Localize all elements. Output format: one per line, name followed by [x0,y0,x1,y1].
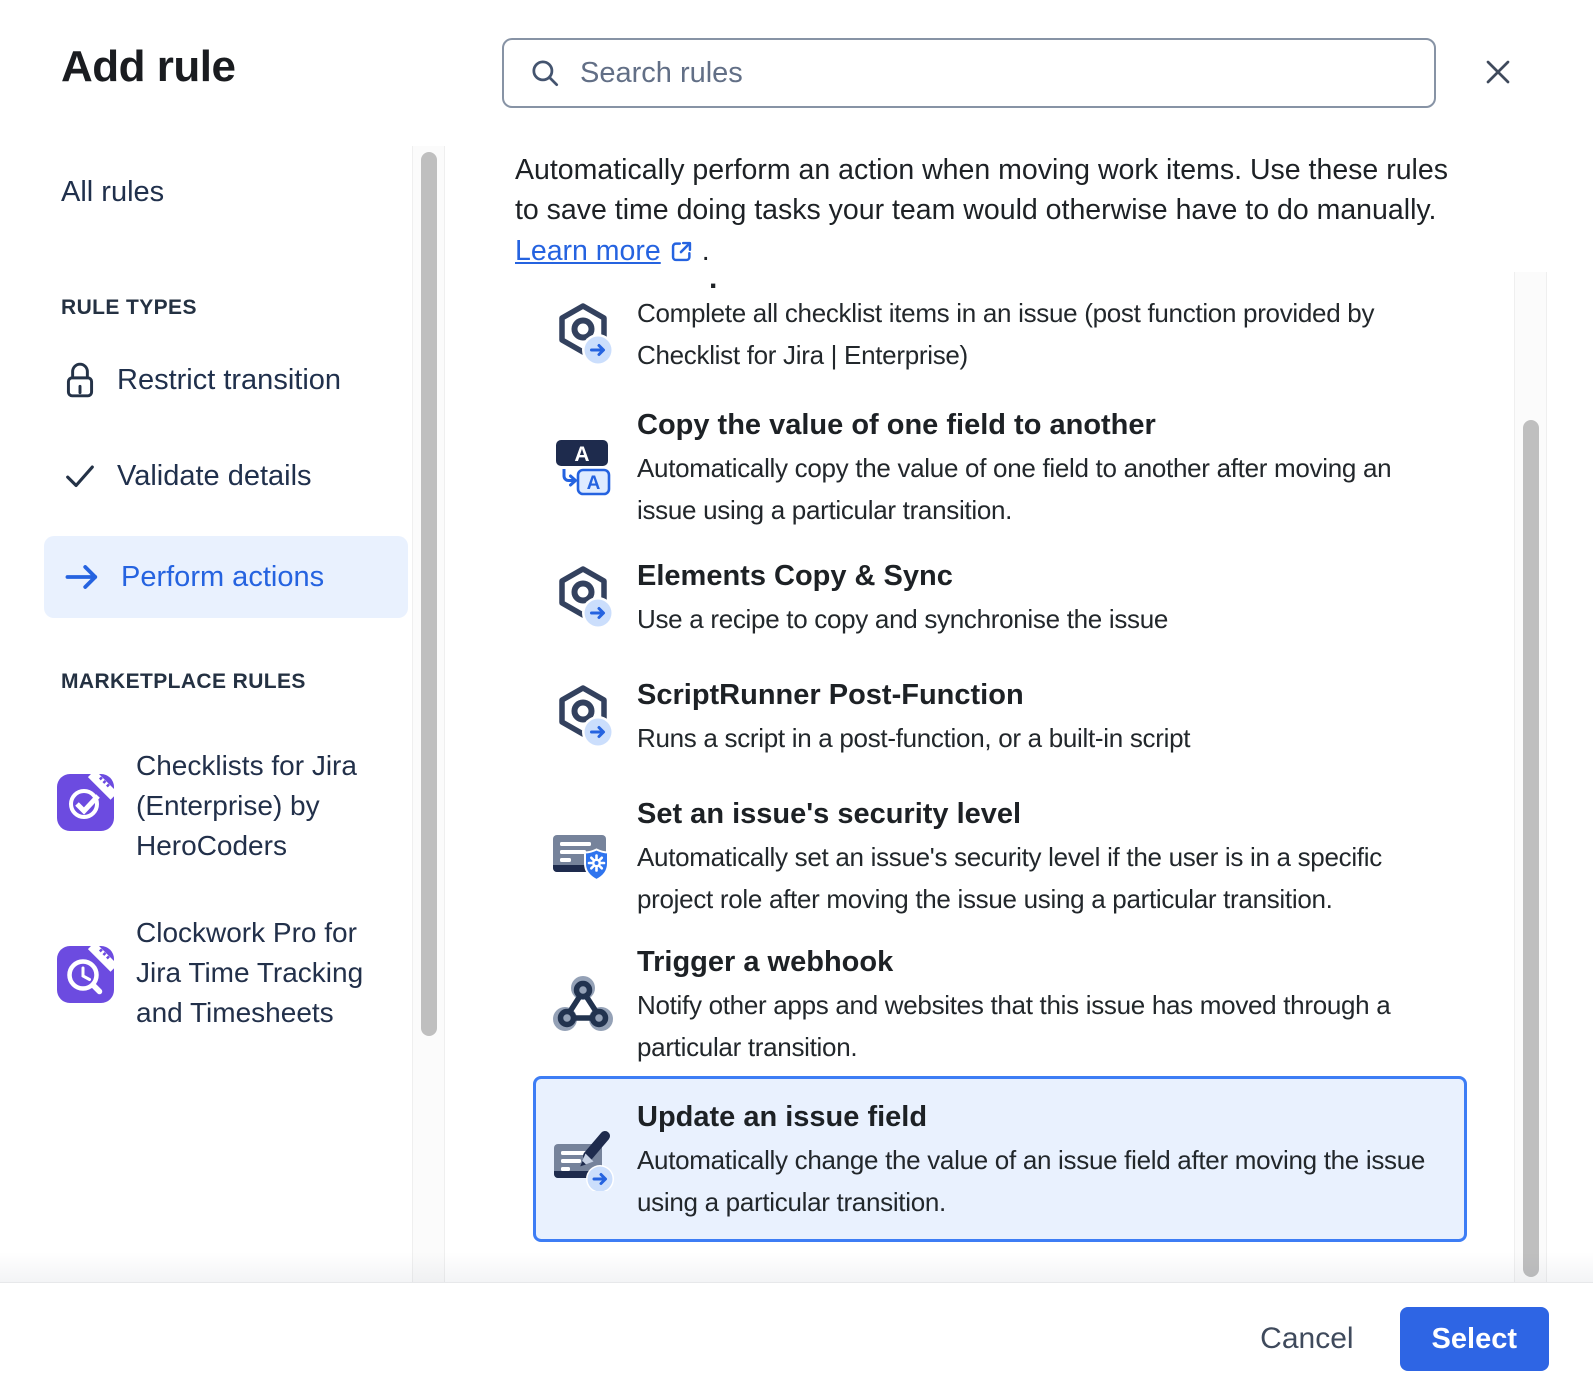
svg-text:A: A [587,473,601,494]
rule-title: ScriptRunner Post-Function [637,673,1190,717]
marketplace-rules-header: MARKETPLACE RULES [61,670,306,694]
rule-item-trigger-webhook[interactable]: Trigger a webhook Notify other apps and … [551,940,1481,1068]
rule-description: Notify other apps and websites that this… [637,984,1390,1068]
rule-description: Automatically set an issue's security le… [637,836,1382,920]
close-icon[interactable] [1472,46,1524,98]
rule-item-copy-field-value[interactable]: AA Copy the value of one field to anothe… [551,403,1481,531]
sidebar-item-validate-details[interactable]: Validate details [61,454,312,498]
cancel-button[interactable]: Cancel [1254,1321,1359,1357]
addon-hexagon-icon [551,302,615,366]
arrow-right-icon [63,561,103,593]
select-button[interactable]: Select [1400,1307,1549,1371]
rules-list: . Complete all checklist items in an iss… [515,278,1513,1282]
rule-description: Automatically copy the value of one fiel… [637,447,1391,531]
rule-item-set-security-level[interactable]: Set an issue's security level Automatica… [551,792,1481,920]
modal-footer: Cancel Select [0,1284,1593,1394]
sidebar-item-all-rules[interactable]: All rules [61,176,164,209]
sidebar-item-perform-actions[interactable]: Perform actions [44,536,408,618]
learn-more-link[interactable]: Learn more [515,231,661,271]
rule-title: Elements Copy & Sync [637,554,1168,598]
sidebar-item-checklists-for-jira[interactable]: Checklists for Jira (Enterprise) by Hero… [57,746,357,866]
rule-description: Runs a script in a post-function, or a b… [637,717,1190,759]
rule-title: Copy the value of one field to another [637,403,1391,447]
intro-paragraph: Automatically perform an action when mov… [515,150,1525,271]
sidebar-item-restrict-transition[interactable]: Restrict transition [61,358,341,402]
rule-item-elements-copy-sync[interactable]: Elements Copy & Sync Use a recipe to cop… [551,554,1481,640]
rule-item-complete-checklist-items[interactable]: Complete all checklist items in an issue… [551,292,1481,376]
sidebar-item-label: Clockwork Pro for Jira Time Tracking and… [136,913,363,1033]
rule-description: Automatically change the value of an iss… [637,1139,1425,1223]
search-input[interactable] [578,56,1414,91]
sidebar-item-clockwork-pro[interactable]: Clockwork Pro for Jira Time Tracking and… [57,913,363,1033]
rule-item-scriptrunner-post-function[interactable]: ScriptRunner Post-Function Runs a script… [551,673,1481,759]
checklists-app-icon [57,774,114,831]
rule-description: Use a recipe to copy and synchronise the… [637,598,1168,640]
clockwork-app-icon [57,946,114,1003]
rule-types-header: RULE TYPES [61,296,197,320]
sidebar-item-label: Perform actions [121,561,324,594]
sidebar-item-label: Validate details [117,460,312,493]
content-bottom-divider [0,1252,1593,1283]
page-title: Add rule [61,42,235,92]
webhook-icon [551,972,615,1036]
check-icon [61,457,99,495]
rule-description: Complete all checklist items in an issue… [637,292,1374,376]
update-field-icon [551,1127,615,1191]
copy-field-icon: AA [551,435,615,499]
sidebar-item-label: Restrict transition [117,364,341,397]
addon-hexagon-icon [551,684,615,748]
content-scrollbar-thumb[interactable] [1523,420,1539,1277]
external-link-icon [668,238,695,265]
rule-item-update-issue-field-selected[interactable]: Update an issue field Automatically chan… [533,1076,1467,1242]
rule-title: Trigger a webhook [637,940,1390,984]
intro-period: . [702,231,710,271]
search-rules-box [502,38,1436,108]
lock-icon [61,360,99,400]
search-icon [528,56,562,90]
sidebar-scrollbar-thumb[interactable] [421,152,437,1036]
rule-title: Update an issue field [637,1095,1425,1139]
intro-text: Automatically perform an action when mov… [515,154,1448,226]
addon-hexagon-icon [551,565,615,629]
rule-title: Set an issue's security level [637,792,1382,836]
svg-text:A: A [574,443,589,466]
sidebar-item-label: Checklists for Jira (Enterprise) by Hero… [136,746,357,866]
security-level-icon [551,824,615,888]
